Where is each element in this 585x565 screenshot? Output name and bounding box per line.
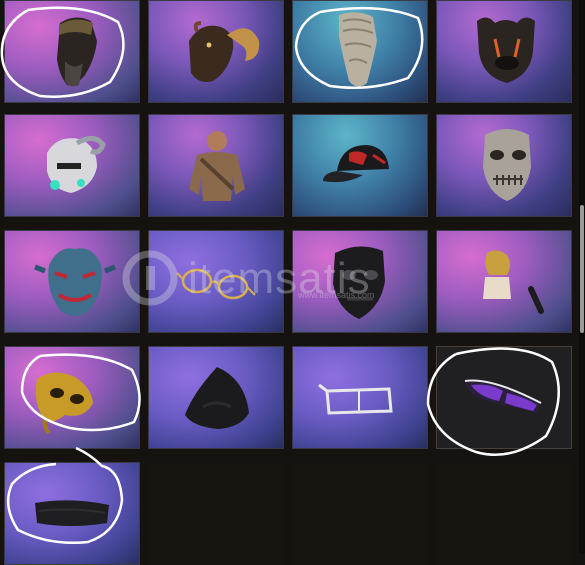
item-slot-round-glasses[interactable]: [148, 230, 284, 333]
top-icon: [483, 250, 544, 314]
black-mask-icon: [333, 246, 385, 319]
item-slot-empty[interactable]: [148, 462, 284, 565]
item-slot-empty[interactable]: [436, 462, 572, 565]
skull-mask-icon: [483, 129, 531, 201]
item-slot-oni-mask[interactable]: [4, 230, 140, 333]
item-slot-baseball-cap[interactable]: [292, 114, 428, 217]
masquerade-mask-icon: [35, 372, 93, 435]
item-slot-bandana-head-wrap[interactable]: [4, 0, 140, 103]
scroll-thumb[interactable]: [580, 205, 584, 333]
sport-glasses-icon: [318, 383, 393, 415]
item-slot-empty[interactable]: [292, 462, 428, 565]
item-slot-ram-horn-mask[interactable]: [148, 0, 284, 103]
head-wrap-icon: [57, 17, 97, 87]
item-slot-cyber-mask[interactable]: [4, 114, 140, 217]
item-slot-black-headband[interactable]: [4, 462, 140, 565]
item-slot-stitched-skull-mask[interactable]: [436, 114, 572, 217]
scrollbar[interactable]: [579, 0, 585, 553]
item-slot-white-sport-glasses[interactable]: [292, 346, 428, 449]
bulldog-mask-icon: [477, 17, 535, 84]
item-slot-black-skull-mask[interactable]: [292, 230, 428, 333]
ram-mask-icon: [189, 21, 260, 82]
glasses-icon: [176, 268, 256, 300]
sunglasses-icon: [464, 379, 542, 413]
item-slot-gold-masquerade-mask[interactable]: [4, 346, 140, 449]
oni-mask-icon: [34, 248, 116, 316]
cyber-mask-icon: [47, 136, 106, 193]
item-grid: [0, 0, 585, 565]
ragged-wrap-icon: [339, 12, 377, 87]
cap-icon: [323, 145, 389, 183]
hood-icon: [185, 367, 249, 429]
outfit-icon: [189, 131, 245, 201]
item-slot-camo-outfit[interactable]: [148, 114, 284, 217]
item-slot-ragged-face-wrap[interactable]: [292, 0, 428, 103]
headband-icon: [35, 500, 109, 526]
item-slot-gold-top-outfit[interactable]: [436, 230, 572, 333]
item-slot-black-hood[interactable]: [148, 346, 284, 449]
item-slot-purple-sunglasses[interactable]: [436, 346, 572, 449]
item-slot-bulldog-mask[interactable]: [436, 0, 572, 103]
